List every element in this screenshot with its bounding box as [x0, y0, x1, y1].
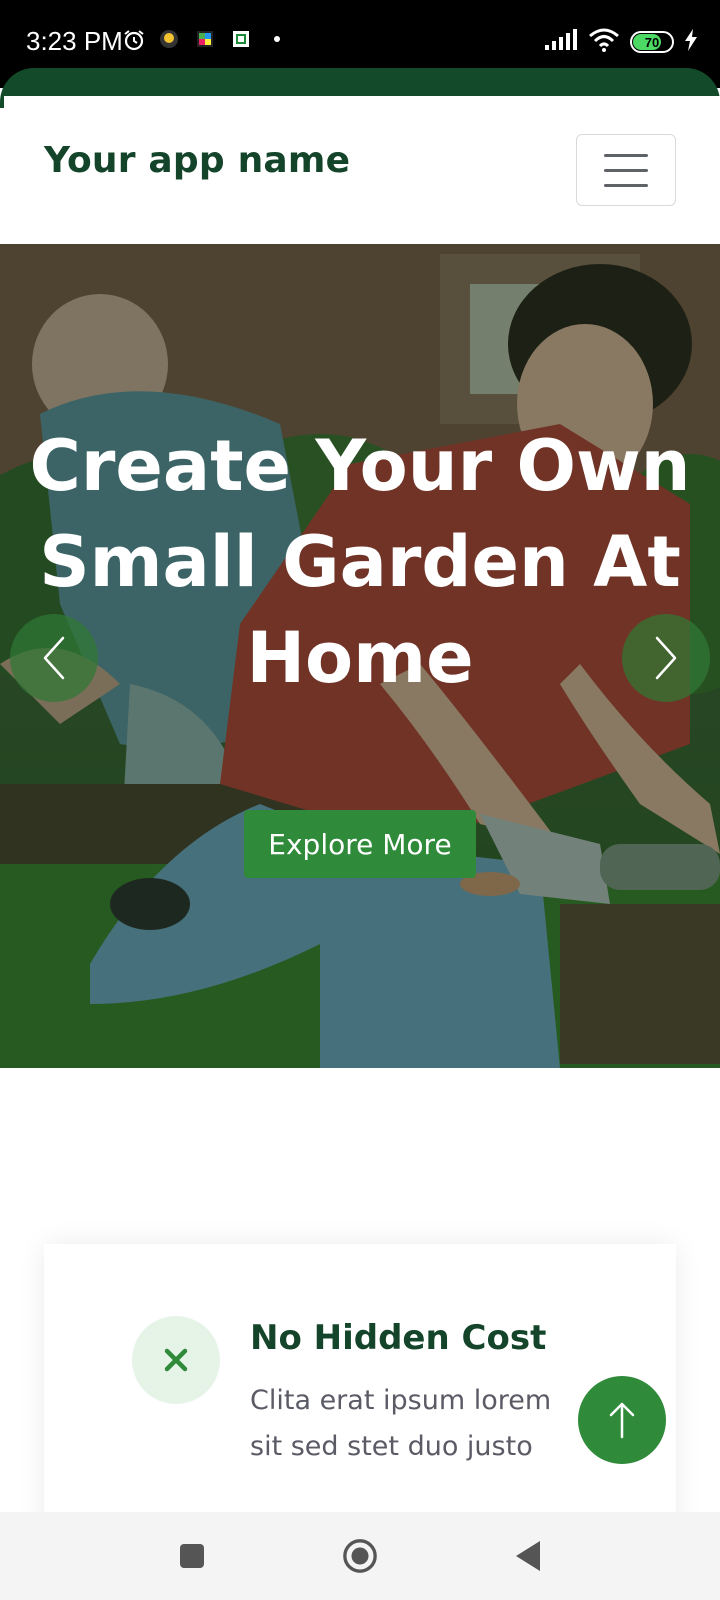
more-notifications-dot — [266, 28, 288, 50]
recent-apps-icon — [180, 1544, 204, 1568]
screen: 3:23 PM 70 Your app name Create Your Own… — [0, 0, 720, 1600]
battery-icon: 70 — [630, 31, 674, 53]
back-button[interactable] — [510, 1538, 546, 1574]
hamburger-menu-icon-line — [604, 183, 648, 187]
charging-icon — [684, 29, 698, 55]
home-circle-icon — [343, 1539, 377, 1573]
brand-name[interactable]: Your app name — [44, 140, 350, 181]
notification-app-icon — [230, 28, 252, 50]
recent-apps-button[interactable] — [174, 1538, 210, 1574]
feature-icon-badge — [132, 1316, 220, 1404]
status-time: 3:23 PM — [26, 26, 123, 56]
back-to-top-button[interactable] — [578, 1376, 666, 1464]
status-system-icons: 70 — [544, 28, 698, 56]
carousel-prev-button[interactable] — [10, 614, 98, 702]
chevron-right-icon — [655, 636, 677, 680]
hero-carousel: Create Your Own Small Garden At Home Exp… — [0, 244, 720, 1068]
close-x-icon — [164, 1348, 188, 1372]
menu-toggle-button[interactable] — [576, 134, 676, 206]
wifi-icon — [588, 28, 620, 56]
carousel-next-button[interactable] — [622, 614, 710, 702]
system-nav-bar — [0, 1512, 720, 1600]
arrow-up-icon — [609, 1402, 635, 1439]
hamburger-menu-icon — [604, 153, 648, 157]
feature-title: No Hidden Cost — [250, 1318, 547, 1358]
feature-card: No Hidden Cost Clita erat ipsum lorem si… — [44, 1244, 676, 1544]
hero-title: Create Your Own Small Garden At Home — [29, 425, 691, 699]
hamburger-menu-icon-line — [604, 168, 648, 172]
notification-app-icon — [158, 28, 180, 50]
explore-more-button[interactable]: Explore More — [244, 810, 476, 878]
feature-description: Clita erat ipsum lorem sit sed stet duo … — [250, 1385, 552, 1462]
navbar: Your app name — [4, 96, 720, 244]
signal-icon — [544, 29, 578, 55]
alarm-icon — [122, 28, 144, 51]
notification-app-icon — [194, 28, 216, 50]
back-triangle-icon — [516, 1541, 540, 1571]
battery-level-text: 70 — [644, 34, 660, 50]
chevron-left-icon — [43, 636, 65, 680]
status-notification-icons — [122, 28, 288, 51]
home-button[interactable] — [342, 1538, 378, 1574]
